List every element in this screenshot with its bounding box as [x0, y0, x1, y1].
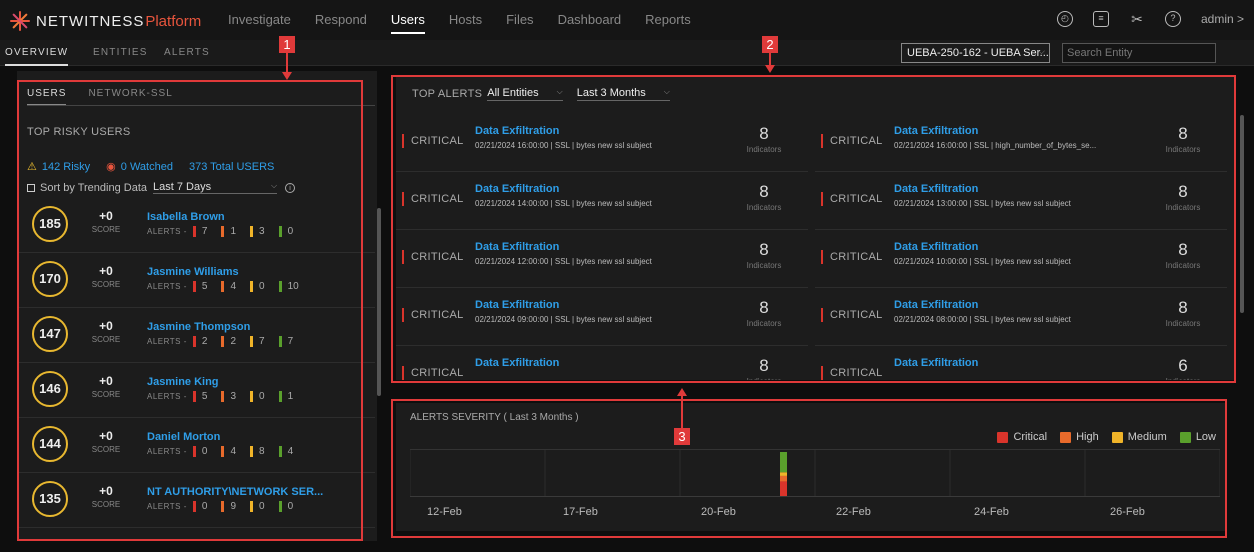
- search-entity-input[interactable]: [1062, 43, 1216, 63]
- netwitness-logo[interactable]: NETWITNESS Platform: [10, 9, 201, 33]
- callout-arrow-1: [286, 53, 288, 73]
- nav-dashboard[interactable]: Dashboard: [558, 12, 622, 34]
- callout-box-2: [391, 75, 1236, 383]
- logo-text: NETWITNESS: [36, 12, 145, 30]
- callout-box-1: [17, 80, 363, 541]
- netwitness-logo-icon: [10, 11, 30, 31]
- tab-entities[interactable]: ENTITIES: [93, 47, 148, 58]
- alerts-scrollbar[interactable]: [1240, 115, 1244, 313]
- user-menu[interactable]: admin >: [1201, 12, 1244, 26]
- tab-alerts[interactable]: ALERTS: [164, 47, 210, 58]
- nav-reports[interactable]: Reports: [645, 12, 691, 34]
- callout-arrow-3: [681, 395, 683, 428]
- settings-icon[interactable]: ≡: [1092, 11, 1109, 27]
- help-icon[interactable]: ?: [1164, 11, 1181, 27]
- callout-arrowhead-3: [677, 388, 687, 396]
- top-navigation: NETWITNESS Platform Investigate Respond U…: [0, 0, 1254, 40]
- callout-number-1: 1: [279, 36, 295, 53]
- callout-box-3: [391, 399, 1227, 538]
- main-menu: Investigate Respond Users Hosts Files Da…: [228, 12, 715, 34]
- nav-files[interactable]: Files: [506, 12, 533, 34]
- nav-respond[interactable]: Respond: [315, 12, 367, 34]
- callout-number-3: 3: [674, 428, 690, 445]
- nav-hosts[interactable]: Hosts: [449, 12, 482, 34]
- user-list-scrollbar[interactable]: [377, 208, 381, 396]
- tab-overview[interactable]: OVERVIEW: [5, 47, 69, 66]
- tools-icon[interactable]: ✂: [1129, 11, 1145, 27]
- nav-users[interactable]: Users: [390, 12, 425, 34]
- callout-number-2: 2: [762, 36, 778, 53]
- ueba-server-select[interactable]: UEBA-250-162 - UEBA Ser... ⌵: [901, 43, 1050, 63]
- clock-icon[interactable]: ◴: [1056, 11, 1073, 27]
- nav-investigate[interactable]: Investigate: [228, 12, 291, 34]
- logo-text-platform: Platform: [145, 12, 202, 30]
- ueba-server-value: UEBA-250-162 - UEBA Ser...: [907, 47, 1049, 59]
- callout-arrowhead-2: [765, 65, 775, 73]
- nav-utilities: ◴ ≡ ✂ ? admin >: [1037, 11, 1244, 27]
- chevron-down-icon: ⌵: [1038, 46, 1045, 56]
- callout-arrowhead-1: [282, 72, 292, 80]
